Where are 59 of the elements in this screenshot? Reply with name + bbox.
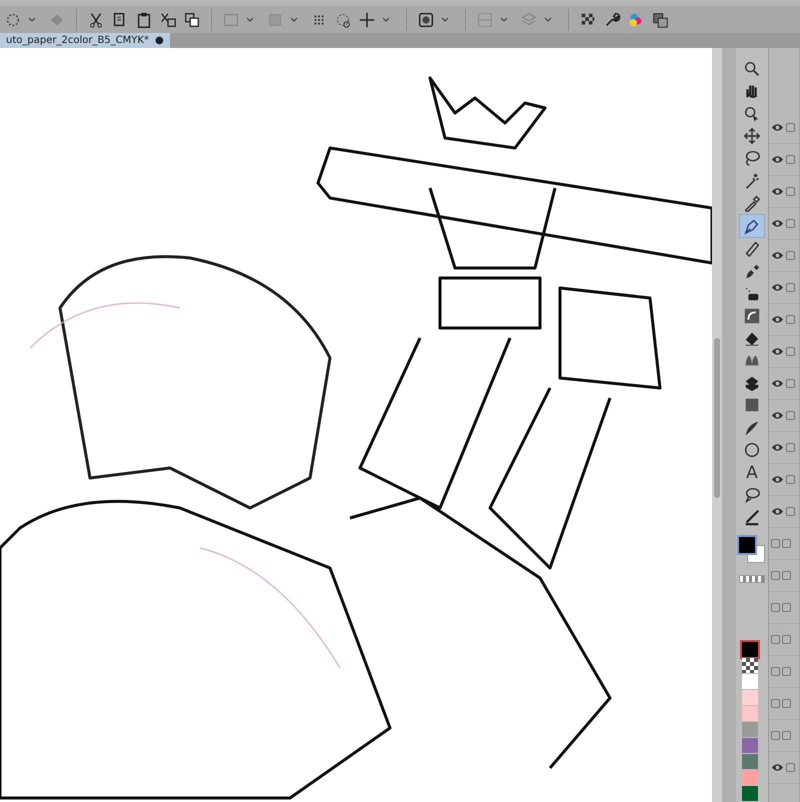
caret-icon[interactable] — [544, 16, 552, 22]
caret-icon[interactable] — [382, 16, 390, 22]
squares-icon[interactable] — [651, 10, 669, 28]
color-swatch[interactable] — [742, 770, 758, 786]
caret-icon[interactable] — [500, 16, 508, 22]
clear-icon[interactable] — [159, 10, 177, 28]
layer-checkbox[interactable] — [786, 315, 795, 324]
layer-checkbox[interactable] — [786, 251, 795, 260]
visibility-checkbox[interactable] — [771, 635, 780, 644]
main-color-swatch[interactable] — [739, 537, 755, 554]
visibility-checkbox[interactable] — [771, 699, 780, 708]
move-icon[interactable] — [358, 10, 376, 28]
transparent-color-swatch[interactable] — [739, 575, 765, 584]
color-swatch[interactable] — [742, 690, 758, 706]
duplicate-icon[interactable] — [183, 10, 201, 28]
layer-checkbox[interactable] — [782, 699, 791, 708]
caret-icon[interactable] — [441, 16, 449, 22]
visibility-checkbox[interactable] — [771, 571, 780, 580]
layer-checkbox[interactable] — [786, 379, 795, 388]
caret-icon[interactable] — [246, 16, 254, 22]
wrench-icon[interactable] — [603, 10, 621, 28]
caret-icon[interactable] — [290, 16, 298, 22]
layer-checkbox[interactable] — [786, 411, 795, 420]
layer-checkbox[interactable] — [786, 219, 795, 228]
visibility-checkbox[interactable] — [771, 539, 780, 548]
scroll-thumb[interactable] — [714, 338, 720, 498]
visibility-checkbox[interactable] — [771, 667, 780, 676]
cut-icon[interactable] — [87, 10, 105, 28]
layer-checkbox[interactable] — [786, 347, 795, 356]
color-swatch[interactable] — [742, 658, 758, 674]
layer-checkbox[interactable] — [786, 187, 795, 196]
visibility-checkbox[interactable] — [771, 603, 780, 612]
layer-checkbox[interactable] — [786, 507, 795, 516]
layer-checkbox[interactable] — [786, 123, 795, 132]
color-swatch[interactable] — [742, 642, 758, 658]
layer-checkbox[interactable] — [786, 763, 795, 772]
layer-checkbox[interactable] — [782, 635, 791, 644]
visibility-checkbox[interactable] — [771, 731, 780, 740]
caret-icon[interactable] — [28, 16, 36, 22]
layer-mask-icon[interactable] — [417, 10, 435, 28]
layer-checkbox[interactable] — [782, 667, 791, 676]
layer-checkbox[interactable] — [782, 731, 791, 740]
color-swatch[interactable] — [742, 674, 758, 690]
paste-icon[interactable] — [135, 10, 153, 28]
text-tool[interactable]: A — [740, 462, 764, 484]
layer-checkbox[interactable] — [786, 443, 795, 452]
document-tab[interactable]: uto_paper_2color_B5_CMYK* ● — [0, 33, 170, 48]
color-swatch[interactable] — [742, 706, 758, 722]
layer-checkbox[interactable] — [786, 283, 795, 292]
color-swatch[interactable] — [742, 738, 758, 754]
color-swatch[interactable] — [742, 786, 758, 802]
pen-tool-icon[interactable] — [740, 215, 764, 236]
layer-checkbox[interactable] — [786, 475, 795, 484]
layer-checkbox[interactable] — [782, 571, 791, 580]
layer-checkbox[interactable] — [782, 603, 791, 612]
layer-checkbox[interactable] — [782, 539, 791, 548]
layer-checkbox[interactable] — [786, 155, 795, 164]
color-swatch[interactable] — [742, 722, 758, 738]
color-swatch[interactable] — [742, 754, 758, 770]
